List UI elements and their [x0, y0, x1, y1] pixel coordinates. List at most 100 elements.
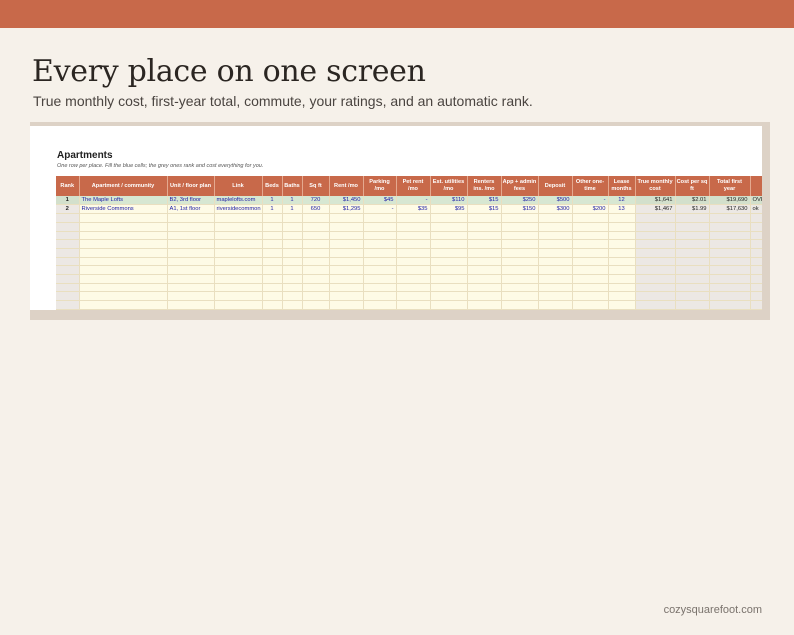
table-cell[interactable]: [709, 248, 751, 258]
table-cell[interactable]: [363, 213, 397, 223]
table-cell[interactable]: $15: [467, 196, 502, 206]
table-cell[interactable]: [214, 291, 263, 302]
table-cell[interactable]: $110: [430, 196, 468, 206]
table-cell[interactable]: [635, 231, 676, 241]
table-cell[interactable]: [572, 248, 609, 258]
column-header[interactable]: Cost per sq ft: [675, 176, 710, 196]
table-cell[interactable]: [56, 231, 80, 241]
table-cell[interactable]: [675, 300, 710, 310]
table-cell[interactable]: 720: [302, 196, 330, 206]
table-cell[interactable]: [467, 248, 502, 258]
table-cell[interactable]: [750, 291, 762, 302]
table-cell[interactable]: $250: [501, 196, 539, 206]
table-cell[interactable]: [262, 222, 283, 232]
table-cell[interactable]: [302, 239, 330, 249]
table-cell[interactable]: riversidecommon: [214, 204, 263, 215]
table-cell[interactable]: -: [363, 204, 397, 215]
table-cell[interactable]: [635, 265, 676, 275]
table-cell[interactable]: [430, 248, 468, 258]
table-cell[interactable]: [675, 239, 710, 249]
table-cell[interactable]: [214, 248, 263, 258]
table-cell[interactable]: $1,295: [329, 204, 364, 215]
table-cell[interactable]: [396, 291, 431, 302]
column-header[interactable]: Apartment / community: [79, 176, 168, 196]
table-cell[interactable]: [79, 222, 168, 232]
table-cell[interactable]: [329, 283, 364, 293]
table-cell[interactable]: [214, 265, 263, 275]
table-cell[interactable]: [302, 213, 330, 223]
table-cell[interactable]: [675, 257, 710, 267]
table-cell[interactable]: [79, 257, 168, 267]
table-cell[interactable]: [329, 300, 364, 310]
table-cell[interactable]: [396, 265, 431, 275]
column-header[interactable]: Est. utilities /mo: [430, 176, 468, 196]
column-header[interactable]: In bu: [750, 176, 762, 196]
table-cell[interactable]: [709, 274, 751, 284]
table-cell[interactable]: [363, 257, 397, 267]
table-cell[interactable]: [262, 291, 283, 302]
table-cell[interactable]: [538, 274, 573, 284]
table-cell[interactable]: [302, 222, 330, 232]
table-cell[interactable]: maplelofts.com: [214, 196, 263, 206]
column-header[interactable]: Other one-time: [572, 176, 609, 196]
table-cell[interactable]: [79, 213, 168, 223]
table-cell[interactable]: [282, 213, 303, 223]
table-cell[interactable]: [329, 239, 364, 249]
table-cell[interactable]: [635, 213, 676, 223]
table-cell[interactable]: [282, 248, 303, 258]
table-cell[interactable]: [167, 283, 215, 293]
table-cell[interactable]: [608, 274, 636, 284]
table-cell[interactable]: [608, 257, 636, 267]
table-cell[interactable]: [501, 248, 539, 258]
column-header[interactable]: Deposit: [538, 176, 573, 196]
table-cell[interactable]: [302, 274, 330, 284]
column-header[interactable]: Sq ft: [302, 176, 330, 196]
table-cell[interactable]: [709, 231, 751, 241]
table-cell[interactable]: [329, 274, 364, 284]
table-cell[interactable]: [167, 248, 215, 258]
table-cell[interactable]: [282, 291, 303, 302]
table-cell[interactable]: [363, 222, 397, 232]
table-cell[interactable]: [572, 274, 609, 284]
table-cell[interactable]: [282, 283, 303, 293]
table-cell[interactable]: 1: [262, 196, 283, 206]
table-cell[interactable]: $19,690: [709, 196, 751, 206]
table-cell[interactable]: [302, 291, 330, 302]
table-cell[interactable]: [538, 222, 573, 232]
table-cell[interactable]: [302, 257, 330, 267]
table-cell[interactable]: [709, 283, 751, 293]
table-cell[interactable]: [572, 291, 609, 302]
table-cell[interactable]: [709, 265, 751, 275]
table-cell[interactable]: [430, 274, 468, 284]
table-cell[interactable]: [501, 257, 539, 267]
table-cell[interactable]: [396, 239, 431, 249]
table-cell[interactable]: [750, 265, 762, 275]
table-cell[interactable]: $300: [538, 204, 573, 215]
table-cell[interactable]: [675, 213, 710, 223]
table-cell[interactable]: [214, 274, 263, 284]
table-cell[interactable]: [572, 283, 609, 293]
table-cell[interactable]: 1: [282, 204, 303, 215]
table-cell[interactable]: 650: [302, 204, 330, 215]
table-cell[interactable]: [608, 265, 636, 275]
table-cell[interactable]: [538, 213, 573, 223]
column-header[interactable]: Total first year: [709, 176, 751, 196]
table-cell[interactable]: [501, 222, 539, 232]
table-cell[interactable]: [329, 248, 364, 258]
table-cell[interactable]: ok: [750, 204, 762, 215]
table-cell[interactable]: [750, 257, 762, 267]
column-header[interactable]: Pet rent /mo: [396, 176, 431, 196]
table-cell[interactable]: [167, 300, 215, 310]
table-cell[interactable]: [572, 239, 609, 249]
table-cell[interactable]: [79, 300, 168, 310]
table-cell[interactable]: [430, 300, 468, 310]
table-cell[interactable]: [56, 300, 80, 310]
table-cell[interactable]: [572, 213, 609, 223]
table-cell[interactable]: [329, 265, 364, 275]
table-cell[interactable]: [608, 248, 636, 258]
table-cell[interactable]: [167, 274, 215, 284]
table-cell[interactable]: [538, 265, 573, 275]
table-cell[interactable]: [79, 248, 168, 258]
column-header[interactable]: Unit / floor plan: [167, 176, 215, 196]
table-cell[interactable]: [467, 213, 502, 223]
